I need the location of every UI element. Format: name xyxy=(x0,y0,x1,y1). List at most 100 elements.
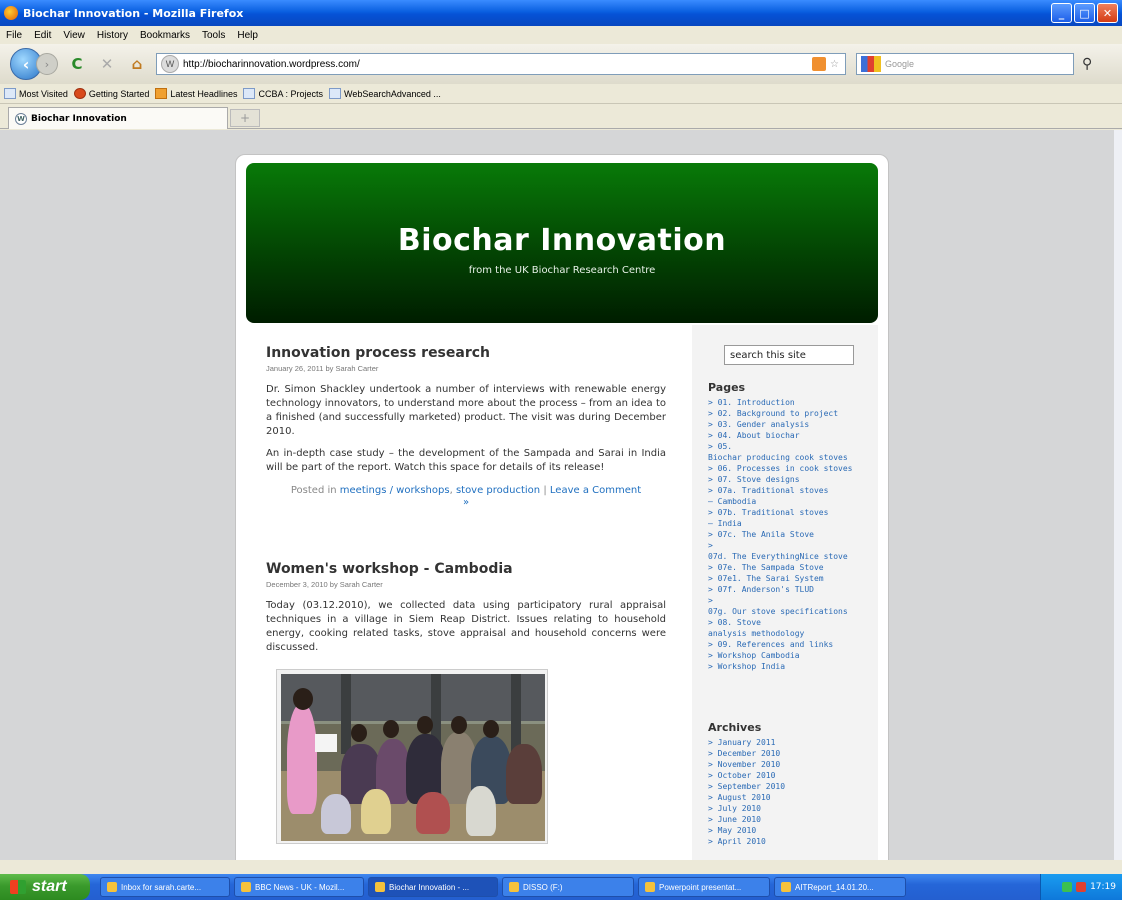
url-bar[interactable]: W http://biocharinnovation.wordpress.com… xyxy=(156,53,846,75)
start-button[interactable]: start xyxy=(0,874,90,900)
sidebar-page-link[interactable]: 07d. The EverythingNice stove xyxy=(708,551,874,562)
reload-icon[interactable]: C xyxy=(66,53,88,75)
sidebar-page-link[interactable]: > 06. Processes in cook stoves xyxy=(708,463,874,474)
sidebar-archive-link[interactable]: > June 2010 xyxy=(708,814,874,825)
sidebar-archive-link[interactable]: > January 2011 xyxy=(708,737,874,748)
rss-feed-icon[interactable] xyxy=(812,57,827,71)
close-button[interactable]: ✕ xyxy=(1097,3,1118,23)
blog-page: Biochar Innovation from the UK Biochar R… xyxy=(235,154,889,860)
taskbar-item-bbc[interactable]: BBC News - UK - Mozil... xyxy=(234,877,364,897)
bookmark-websearch[interactable]: WebSearchAdvanced ... xyxy=(328,88,441,99)
sidebar-page-link[interactable]: > 04. About biochar xyxy=(708,430,874,441)
sidebar-page-link[interactable]: > 03. Gender analysis xyxy=(708,419,874,430)
stop-icon[interactable]: ✕ xyxy=(96,53,118,75)
sidebar-page-link[interactable]: > xyxy=(708,540,874,551)
sidebar-archive-link[interactable]: > July 2010 xyxy=(708,803,874,814)
bookmark-most-visited[interactable]: Most Visited xyxy=(4,88,68,99)
bookmark-ccba-projects[interactable]: CCBA : Projects xyxy=(243,88,323,99)
minimize-button[interactable]: _ xyxy=(1051,3,1072,23)
wordpress-icon: W xyxy=(15,112,27,125)
sidebar-page-link[interactable]: > 05. xyxy=(708,441,874,452)
menu-tools[interactable]: Tools xyxy=(202,30,225,41)
category-link[interactable]: meetings / workshops xyxy=(340,485,450,496)
bookmark-star-icon[interactable]: ☆ xyxy=(830,59,839,70)
system-tray: 17:19 xyxy=(1040,874,1122,900)
sidebar-page-link[interactable]: > Workshop India xyxy=(708,661,874,672)
google-engine-icon[interactable] xyxy=(861,56,881,72)
taskbar-item-disso[interactable]: DISSO (F:) xyxy=(502,877,634,897)
workshop-photo-scene xyxy=(281,674,545,841)
sidebar-page-link[interactable]: > 08. Stove xyxy=(708,617,874,628)
sidebar-page-link[interactable]: – Cambodia xyxy=(708,496,874,507)
category-link[interactable]: stove production xyxy=(456,485,540,496)
leave-comment-link[interactable]: Leave a Comment xyxy=(550,485,641,496)
sidebar-page-link[interactable]: > 07b. Traditional stoves xyxy=(708,507,874,518)
menu-view[interactable]: View xyxy=(63,30,85,41)
sidebar-page-link[interactable]: > 07e1. The Sarai System xyxy=(708,573,874,584)
comment-arrow-link[interactable]: » xyxy=(463,497,469,508)
post-title[interactable]: Innovation process research xyxy=(266,345,666,361)
sidebar-page-link[interactable]: > 07. Stove designs xyxy=(708,474,874,485)
sidebar-page-link[interactable]: > 07c. The Anila Stove xyxy=(708,529,874,540)
sidebar-archive-link[interactable]: > December 2010 xyxy=(708,748,874,759)
menu-history[interactable]: History xyxy=(97,30,128,41)
search-site-input[interactable]: search this site xyxy=(724,345,854,365)
new-tab-button[interactable]: + xyxy=(230,109,260,127)
clock[interactable]: 17:19 xyxy=(1090,882,1116,892)
site-identity-icon[interactable]: W xyxy=(161,55,179,73)
windows-flag-icon xyxy=(10,880,26,894)
footer-separator: | xyxy=(543,485,547,496)
sidebar-page-link[interactable]: > xyxy=(708,595,874,606)
posted-in-label: Posted in xyxy=(290,485,337,496)
taskbar-item-powerpoint[interactable]: Powerpoint presentat... xyxy=(638,877,770,897)
blog-header[interactable]: Biochar Innovation from the UK Biochar R… xyxy=(246,163,878,323)
taskbar-item-inbox[interactable]: Inbox for sarah.carte... xyxy=(100,877,230,897)
network-icon[interactable] xyxy=(1062,882,1073,892)
sidebar-page-link[interactable]: analysis methodology xyxy=(708,628,874,639)
sidebar-page-link[interactable]: > 01. Introduction xyxy=(708,397,874,408)
sidebar-page-link[interactable]: Biochar producing cook stoves xyxy=(708,452,874,463)
sidebar-archive-link[interactable]: > October 2010 xyxy=(708,770,874,781)
taskbar-item-aitreport[interactable]: AITReport_14.01.20... xyxy=(774,877,906,897)
sidebar-page-link[interactable]: > 07e. The Sampada Stove xyxy=(708,562,874,573)
sidebar-page-link[interactable]: 07g. Our stove specifications xyxy=(708,606,874,617)
window-titlebar[interactable]: Biochar Innovation - Mozilla Firefox _ □… xyxy=(0,0,1122,26)
menu-edit[interactable]: Edit xyxy=(34,30,51,41)
home-icon[interactable]: ⌂ xyxy=(126,53,148,75)
sidebar-page-link[interactable]: > 07f. Anderson's TLUD xyxy=(708,584,874,595)
menu-bookmarks[interactable]: Bookmarks xyxy=(140,30,190,41)
url-text: http://biocharinnovation.wordpress.com/ xyxy=(183,58,360,70)
menu-file[interactable]: File xyxy=(6,30,22,41)
search-engine-box[interactable]: Google xyxy=(856,53,1074,75)
maximize-button[interactable]: □ xyxy=(1074,3,1095,23)
taskbar-item-biochar[interactable]: Biochar Innovation - ... xyxy=(368,877,498,897)
post-title[interactable]: Women's workshop - Cambodia xyxy=(266,561,666,577)
sidebar-page-link[interactable]: > Workshop Cambodia xyxy=(708,650,874,661)
sidebar-archive-link[interactable]: > August 2010 xyxy=(708,792,874,803)
sidebar-archive-link[interactable]: > September 2010 xyxy=(708,781,874,792)
antivirus-icon[interactable] xyxy=(1076,882,1087,892)
tab-biochar-innovation[interactable]: W Biochar Innovation xyxy=(8,107,228,129)
drive-icon xyxy=(509,882,519,892)
page-icon xyxy=(243,88,256,99)
post-meta: December 3, 2010 by Sarah Carter xyxy=(266,580,383,589)
workshop-photo[interactable] xyxy=(276,669,548,844)
sidebar-page-link[interactable]: > 07a. Traditional stoves xyxy=(708,485,874,496)
sidebar-archive-link[interactable]: > May 2010 xyxy=(708,825,874,836)
menu-help[interactable]: Help xyxy=(237,30,258,41)
sidebar-archive-link[interactable]: > April 2010 xyxy=(708,836,874,847)
firefox-icon xyxy=(375,882,385,892)
sidebar-page-link[interactable]: > 02. Background to project xyxy=(708,408,874,419)
bookmark-getting-started[interactable]: Getting Started xyxy=(73,88,149,99)
sidebar-page-link[interactable]: – India xyxy=(708,518,874,529)
search-go-icon[interactable]: ⚲ xyxy=(1082,56,1092,72)
post-meta: January 26, 2011 by Sarah Carter xyxy=(266,364,379,373)
folder-icon xyxy=(4,88,16,99)
sidebar-page-link[interactable]: > 09. References and links xyxy=(708,639,874,650)
vertical-scrollbar[interactable] xyxy=(1114,130,1122,860)
forward-button[interactable]: › xyxy=(36,53,58,75)
blog-title[interactable]: Biochar Innovation xyxy=(246,223,878,258)
sidebar-archive-link[interactable]: > November 2010 xyxy=(708,759,874,770)
post-paragraph: Today (03.12.2010), we collected data us… xyxy=(266,600,666,653)
bookmark-latest-headlines[interactable]: Latest Headlines xyxy=(155,88,237,99)
